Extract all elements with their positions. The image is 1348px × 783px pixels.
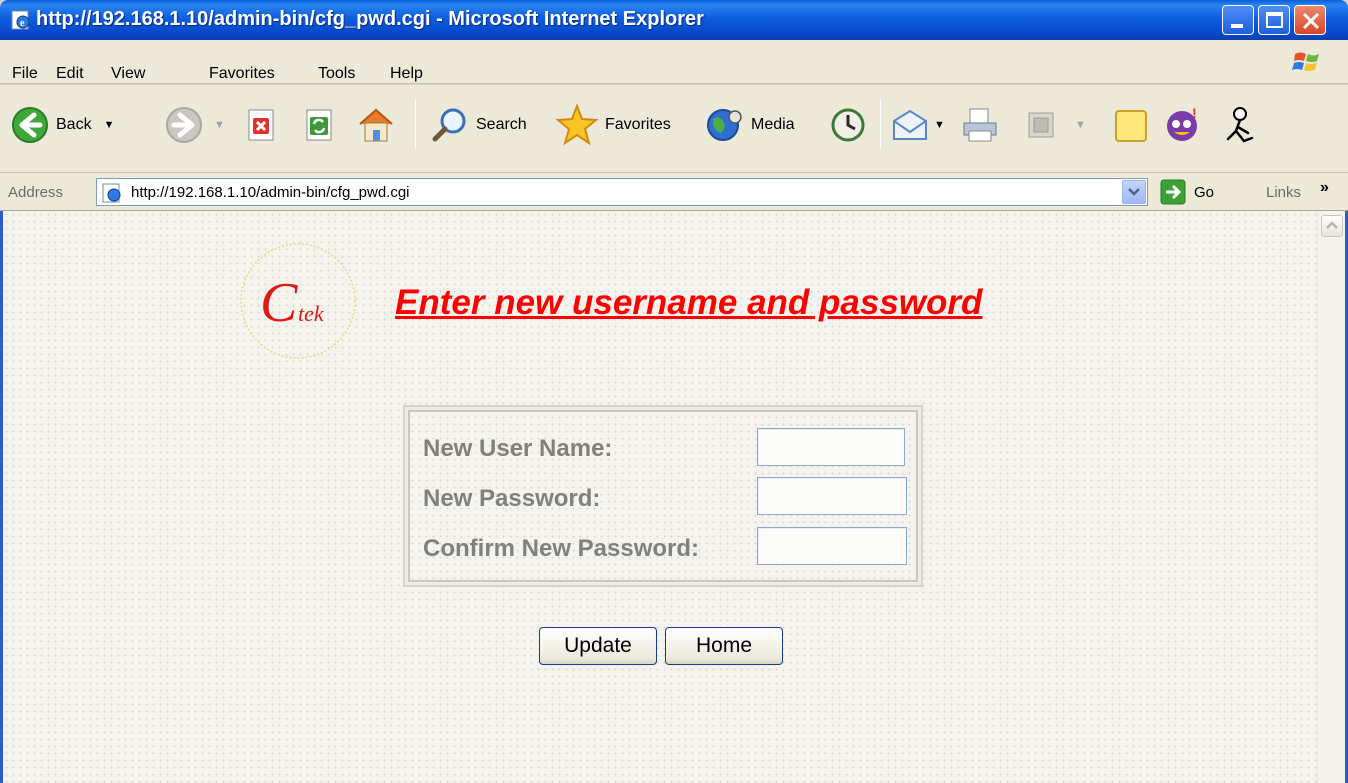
ctek-logo: C tek: [240, 243, 356, 359]
home-toolbar-button[interactable]: [356, 95, 396, 155]
maximize-icon: [1266, 12, 1283, 28]
user-button[interactable]: [1222, 95, 1258, 155]
links-label[interactable]: Links: [1266, 184, 1301, 201]
mail-button[interactable]: ▼: [890, 95, 945, 155]
home-icon: [359, 108, 393, 142]
title-bar[interactable]: e http://192.168.1.10/admin-bin/cfg_pwd.…: [0, 0, 1348, 40]
go-label: Go: [1194, 183, 1215, 201]
print-icon: [963, 108, 997, 142]
svg-text:!: !: [1192, 105, 1197, 121]
menu-view[interactable]: View: [111, 66, 145, 82]
links-chevron-icon[interactable]: »: [1320, 179, 1329, 197]
address-input[interactable]: http://192.168.1.10/admin-bin/cfg_pwd.cg…: [96, 178, 1148, 206]
media-button[interactable]: Media: [705, 95, 795, 155]
back-label: Back: [56, 116, 92, 133]
search-button[interactable]: Search: [430, 95, 527, 155]
confirm-password-input[interactable]: [757, 527, 907, 565]
scroll-up-button[interactable]: [1321, 215, 1343, 237]
forward-dropdown-icon: ▼: [214, 119, 225, 131]
favorites-button[interactable]: Favorites: [555, 95, 671, 155]
chevron-down-icon: [1128, 188, 1140, 196]
svg-text:tek: tek: [298, 301, 325, 326]
forward-arrow-icon: [166, 107, 202, 143]
close-button[interactable]: [1294, 5, 1326, 35]
svg-text:C: C: [260, 272, 298, 334]
user-figure-icon: [1226, 107, 1254, 143]
standard-toolbar: Back ▼ ▼ Search Favorites Media ▼ ▼ !: [0, 85, 1348, 173]
confirm-password-label: Confirm New Password:: [423, 535, 700, 562]
discuss-button[interactable]: [1112, 95, 1152, 155]
refresh-button[interactable]: [305, 95, 335, 155]
windows-logo-icon: [1292, 52, 1319, 71]
new-username-label: New User Name:: [423, 435, 613, 462]
search-label: Search: [476, 116, 527, 133]
home-button[interactable]: Home: [665, 627, 783, 665]
new-password-label: New Password:: [423, 485, 601, 512]
update-button[interactable]: Update: [539, 627, 657, 665]
edit-icon: [1028, 112, 1054, 138]
messenger-smiley-icon: !: [1167, 105, 1197, 141]
page-content: C tek Enter new username and password Ne…: [0, 211, 1348, 783]
credentials-form: New User Name: New Password: Confirm New…: [403, 405, 923, 587]
ie-page-icon: [102, 183, 121, 203]
address-url: http://192.168.1.10/admin-bin/cfg_pwd.cg…: [131, 184, 410, 201]
menu-file[interactable]: File: [12, 66, 38, 82]
edit-dropdown-icon: ▼: [1075, 119, 1086, 131]
go-arrow-icon: [1160, 179, 1186, 205]
page-heading: Enter new username and password: [395, 283, 983, 322]
minimize-icon: [1231, 24, 1243, 28]
vertical-scrollbar[interactable]: [1317, 211, 1345, 783]
history-button[interactable]: [828, 95, 868, 155]
back-dropdown-icon[interactable]: ▼: [104, 119, 115, 131]
refresh-icon: [306, 109, 332, 141]
address-bar: Address http://192.168.1.10/admin-bin/cf…: [0, 173, 1348, 211]
history-icon: [831, 108, 865, 142]
menu-tools[interactable]: Tools: [318, 66, 355, 82]
stop-icon: [248, 109, 274, 141]
address-label: Address: [8, 184, 64, 201]
mail-dropdown-icon[interactable]: ▼: [934, 119, 945, 131]
edit-button[interactable]: ▼: [1025, 95, 1086, 155]
media-label: Media: [751, 116, 795, 133]
new-username-input[interactable]: [757, 428, 905, 466]
svg-text:e: e: [20, 18, 25, 29]
menu-bar: File Edit View Favorites Tools Help: [0, 40, 1348, 84]
toolbar-separator: [880, 99, 881, 149]
stop-button[interactable]: [247, 95, 277, 155]
note-icon: [1115, 110, 1147, 142]
maximize-button[interactable]: [1258, 5, 1290, 35]
menu-help[interactable]: Help: [390, 66, 423, 82]
mail-icon: [893, 109, 927, 140]
back-arrow-icon: [12, 107, 48, 143]
messenger-button[interactable]: !: [1162, 95, 1206, 155]
go-button[interactable]: Go: [1160, 179, 1214, 205]
minimize-button[interactable]: [1222, 5, 1254, 35]
address-dropdown-button[interactable]: [1122, 180, 1146, 204]
favorites-label: Favorites: [605, 116, 671, 133]
forward-button[interactable]: ▼: [164, 95, 225, 155]
chevron-up-icon: [1326, 221, 1338, 229]
menu-edit[interactable]: Edit: [56, 66, 84, 82]
menu-favorites[interactable]: Favorites: [209, 66, 275, 82]
window-title: http://192.168.1.10/admin-bin/cfg_pwd.cg…: [36, 8, 704, 30]
toolbar-separator: [415, 99, 416, 149]
print-button[interactable]: [960, 95, 1000, 155]
back-button[interactable]: Back ▼: [10, 95, 114, 155]
new-password-input[interactable]: [757, 477, 907, 515]
close-icon: [1302, 12, 1320, 30]
search-icon: [432, 108, 466, 142]
ie-page-icon: e: [11, 10, 30, 30]
favorites-star-icon: [555, 103, 599, 146]
media-globe-icon: [707, 109, 742, 141]
